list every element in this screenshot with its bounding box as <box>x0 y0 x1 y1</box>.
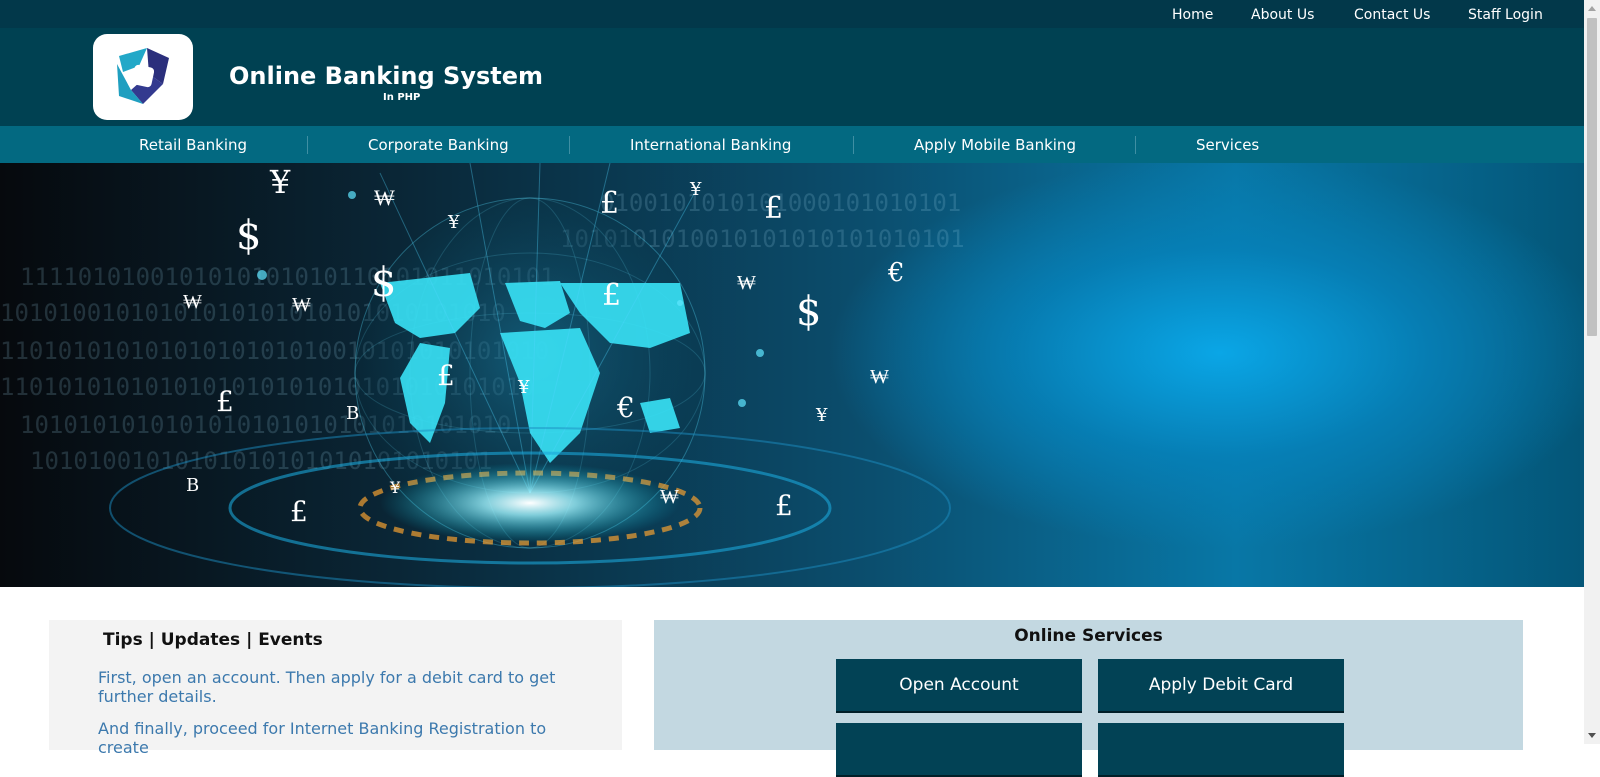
currency-symbol: ₩ <box>183 289 202 313</box>
currency-symbol: ¥ <box>269 163 291 201</box>
globe-currency-illustration: 0100101010101000101010101 10101010100101… <box>0 163 965 587</box>
currency-symbol: £ <box>775 489 793 522</box>
service-button[interactable] <box>836 723 1082 777</box>
tips-panel: Tips | Updates | Events First, open an a… <box>49 620 622 757</box>
currency-symbol: £ <box>602 278 621 313</box>
top-nav-staff-login[interactable]: Staff Login <box>1468 7 1543 23</box>
nav-international-banking[interactable]: International Banking <box>630 136 791 154</box>
currency-symbol: $ <box>796 289 821 335</box>
currency-symbol: ₩ <box>374 186 395 211</box>
site-header: Online Banking System In PHP <box>0 28 1584 126</box>
site-subtitle: In PHP <box>383 92 421 103</box>
currency-symbol: $ <box>371 260 396 306</box>
currency-symbol: B <box>186 475 199 496</box>
nav-retail-banking[interactable]: Retail Banking <box>139 136 247 154</box>
currency-symbol: ¥ <box>389 478 401 497</box>
currency-symbol: B <box>346 403 359 424</box>
currency-symbol: ¥ <box>689 179 702 200</box>
page-scrollbar[interactable] <box>1584 0 1600 744</box>
nav-apply-mobile-banking[interactable]: Apply Mobile Banking <box>914 136 1076 154</box>
main-nav: Retail Banking Corporate Banking Interna… <box>0 126 1584 163</box>
nav-corporate-banking[interactable]: Corporate Banking <box>368 136 509 154</box>
service-button[interactable] <box>1098 723 1344 777</box>
currency-symbol: £ <box>216 385 234 418</box>
scroll-up-arrow-icon[interactable] <box>1588 6 1596 11</box>
tips-title: Tips | Updates | Events <box>103 630 323 650</box>
logo-mark-icon <box>117 48 169 104</box>
currency-symbol: £ <box>600 186 619 221</box>
nav-separator <box>853 136 854 154</box>
currency-symbol: ¥ <box>815 405 828 426</box>
bank-logo[interactable] <box>93 34 193 120</box>
scroll-thumb[interactable] <box>1587 18 1597 336</box>
currency-symbol: ₩ <box>870 364 889 388</box>
currency-symbol: € <box>887 258 905 288</box>
apply-debit-card-button[interactable]: Apply Debit Card <box>1098 659 1344 713</box>
currency-symbol: £ <box>290 495 308 528</box>
open-account-button[interactable]: Open Account <box>836 659 1082 713</box>
tips-paragraph: And finally, proceed for Internet Bankin… <box>98 719 547 757</box>
top-nav-about-us[interactable]: About Us <box>1251 7 1314 23</box>
nav-separator <box>1135 136 1136 154</box>
currency-symbol: ¥ <box>517 377 530 398</box>
top-nav-contact-us[interactable]: Contact Us <box>1354 7 1430 23</box>
tips-paragraph: First, open an account. Then apply for a… <box>98 668 556 706</box>
currency-symbol: £ <box>764 191 783 226</box>
nav-services[interactable]: Services <box>1196 136 1259 154</box>
top-bar: Home About Us Contact Us Staff Login <box>0 0 1584 28</box>
currency-symbol: ₩ <box>660 484 679 508</box>
scroll-down-arrow-icon[interactable] <box>1588 733 1596 738</box>
currency-symbol: ₩ <box>292 292 311 316</box>
nav-separator <box>307 136 308 154</box>
currency-symbol: ₩ <box>737 270 756 294</box>
top-nav-home[interactable]: Home <box>1172 7 1213 23</box>
currency-symbol: $ <box>236 213 261 259</box>
currency-symbol: £ <box>437 359 455 392</box>
site-title: Online Banking System <box>229 62 544 90</box>
online-services-panel: Online Services Open Account Apply Debit… <box>654 620 1523 777</box>
currency-symbol: ¥ <box>447 212 460 233</box>
currency-symbol: € <box>616 391 635 424</box>
main-content: Tips | Updates | Events First, open an a… <box>0 587 1584 777</box>
hero-banner: 0100101010101000101010101 10101010100101… <box>0 163 1584 587</box>
online-services-title: Online Services <box>1014 626 1163 646</box>
nav-separator <box>569 136 570 154</box>
